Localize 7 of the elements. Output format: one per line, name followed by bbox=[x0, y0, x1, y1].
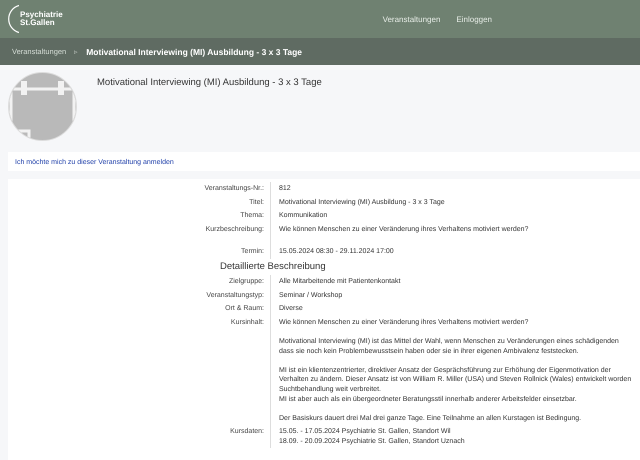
nav-link[interactable]: Veranstaltungen bbox=[382, 14, 440, 24]
breadcrumb-current: Motivational Interviewing (MI) Ausbildung - 3 x 3 Tage bbox=[86, 46, 302, 56]
event-title: Motivational Interviewing (MI) Ausbildung - 3 x 3 Tage bbox=[97, 77, 322, 90]
nav-link[interactable]: Einloggen bbox=[456, 14, 492, 24]
section-heading: Detaillierte Beschreibung bbox=[219, 260, 327, 274]
logo-arc-icon bbox=[8, 3, 19, 35]
logo-text: Psychiatrie St.Gallen bbox=[20, 10, 63, 28]
